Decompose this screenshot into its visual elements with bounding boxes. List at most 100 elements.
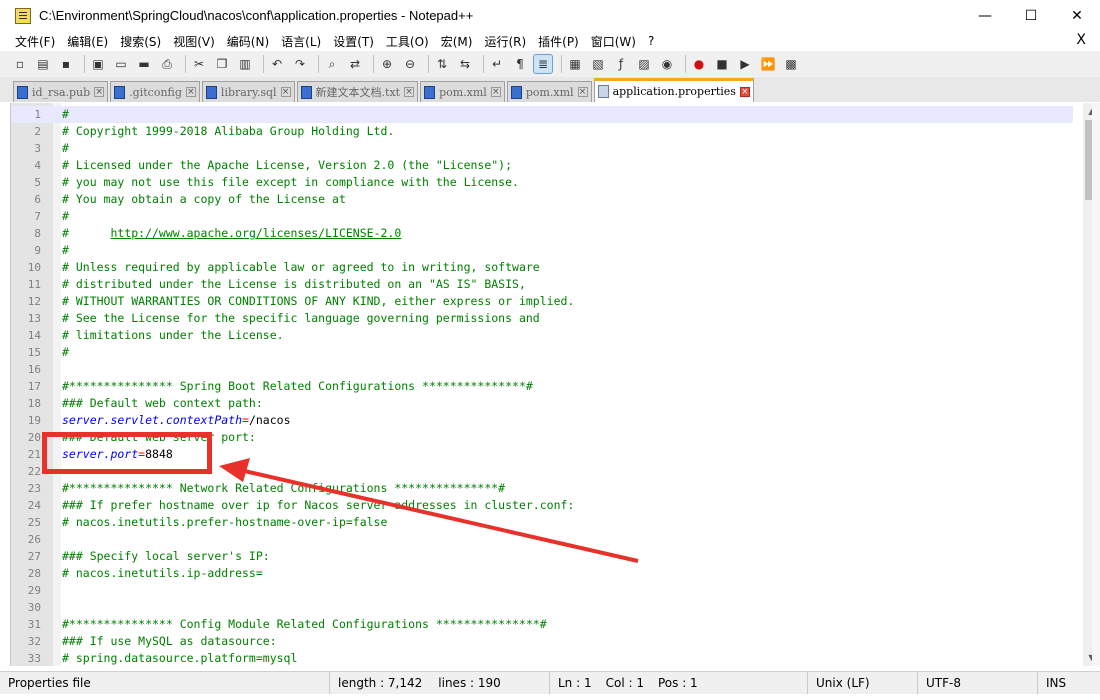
zoom-in-icon[interactable]: ⊕ [378,55,396,73]
code-line[interactable]: 31 #*************** Config Module Related… [11,616,1073,633]
tab-5[interactable]: pom.xml × [506,81,592,102]
code-line[interactable]: 18 ### Default web context path: [11,395,1073,412]
print-icon[interactable]: ⎙ [158,55,176,73]
zoom-out-icon[interactable]: ⊖ [401,55,419,73]
menu-tools[interactable]: 工具(O) [380,33,435,50]
code-line[interactable]: 32 ### If use MySQL as datasource: [11,633,1073,650]
cut-icon[interactable]: ✂ [190,55,208,73]
menu-encoding[interactable]: 编码(N) [221,33,275,50]
monitor-icon[interactable]: ◉ [658,55,676,73]
paste-icon[interactable]: ▥ [236,55,254,73]
code-line[interactable]: 9 # [11,242,1073,259]
code-token[interactable]: http://www.apache.org/licenses/LICENSE-2… [110,226,401,240]
code-line[interactable]: 12 # WITHOUT WARRANTIES OR CONDITIONS OF … [11,293,1073,310]
play-macro-icon[interactable]: ▶ [736,55,754,73]
code-line[interactable]: 27 ### Specify local server's IP: [11,548,1073,565]
udl-icon[interactable]: ▦ [566,55,584,73]
wrap-icon[interactable]: ↵ [488,55,506,73]
code-line[interactable]: 7 # [11,208,1073,225]
maximize-button[interactable]: ☐ [1008,0,1054,31]
code-token: #*************** Config Module Related C… [62,617,547,631]
menu-search[interactable]: 搜索(S) [114,33,167,50]
tab-1[interactable]: .gitconfig × [110,81,200,102]
function-list-icon[interactable]: ƒ [612,55,630,73]
tab-close-icon[interactable]: × [280,87,291,97]
code-line[interactable]: 30 [11,599,1073,616]
code-line[interactable]: 16 [11,361,1073,378]
code-line[interactable]: 15 # [11,344,1073,361]
folder-workspace-icon[interactable]: ▨ [635,55,653,73]
code-line[interactable]: 5 # you may not use this file except in c… [11,174,1073,191]
code-line[interactable]: 28 # nacos.inetutils.ip-address= [11,565,1073,582]
close-document-button[interactable]: X [1076,32,1086,48]
code-line[interactable]: 6 # You may obtain a copy of the License … [11,191,1073,208]
code-line[interactable]: 2 # Copyright 1999-2018 Alibaba Group Hol… [11,123,1073,140]
play-multi-icon[interactable]: ⏩ [759,55,777,73]
menu-settings[interactable]: 设置(T) [327,33,380,50]
open-icon[interactable]: ▤ [34,55,52,73]
code-line[interactable]: 1 # [11,106,1073,123]
save-all-icon[interactable]: ▣ [89,55,107,73]
sync-h-icon[interactable]: ⇆ [456,55,474,73]
redo-icon[interactable]: ↷ [291,55,309,73]
save-macro-icon[interactable]: ▩ [782,55,800,73]
code-line[interactable]: 8 # http://www.apache.org/licenses/LICENS… [11,225,1073,242]
tab-close-icon[interactable]: × [490,87,501,97]
close-all-icon[interactable]: ▬ [135,55,153,73]
new-icon[interactable]: ▫ [11,55,29,73]
tab-close-icon[interactable]: × [94,87,105,97]
menu-plugins[interactable]: 插件(P) [532,33,585,50]
code-line[interactable]: 17 #*************** Spring Boot Related C… [11,378,1073,395]
code-line[interactable]: 23 #*************** Network Related Confi… [11,480,1073,497]
menu-help[interactable]: ? [642,34,660,48]
tab-close-icon[interactable]: × [404,87,415,97]
code-line[interactable]: 4 # Licensed under the Apache License, Ve… [11,157,1073,174]
stop-macro-icon[interactable]: ■ [713,55,731,73]
tab-close-icon[interactable]: × [185,87,196,97]
line-content: # nacos.inetutils.ip-address= [62,565,263,582]
save-icon[interactable]: ▪ [57,55,75,73]
file-icon [114,85,126,99]
record-macro-icon[interactable]: ● [690,55,708,73]
menu-macro[interactable]: 宏(M) [435,33,479,50]
copy-icon[interactable]: ❐ [213,55,231,73]
close-icon[interactable]: ▭ [112,55,130,73]
code-line[interactable]: 26 [11,531,1073,548]
tab-0[interactable]: id_rsa.pub × [13,81,109,102]
menu-run[interactable]: 运行(R) [478,33,532,50]
close-button[interactable]: ✕ [1054,0,1100,31]
tab-close-icon[interactable]: × [739,86,750,97]
tab-4[interactable]: pom.xml × [420,81,505,102]
code-line[interactable]: 11 # distributed under the License is dis… [11,276,1073,293]
menu-view[interactable]: 视图(V) [167,33,221,50]
code-line[interactable]: 3 # [11,140,1073,157]
tab-3[interactable]: 新建文本文档.txt × [296,81,419,102]
line-number: 25 [27,516,41,529]
replace-icon[interactable]: ⇄ [346,55,364,73]
tab-bar: id_rsa.pub × .gitconfig × library.sql × 新建文本文档… [0,77,1100,102]
code-line[interactable]: 19 server.servlet.contextPath=/nacos [11,412,1073,429]
editor[interactable]: 1 #2 # Copyright 1999-2018 Alibaba Group H… [10,103,1093,666]
code-line[interactable]: 13 # See the License for the specific lan… [11,310,1073,327]
find-icon[interactable]: ⌕ [323,55,341,73]
menu-file[interactable]: 文件(F) [0,33,61,50]
menu-window[interactable]: 窗口(W) [585,33,642,50]
doc-map-icon[interactable]: ▧ [589,55,607,73]
minimize-button[interactable]: — [962,0,1008,31]
menu-language[interactable]: 语言(L) [275,33,327,50]
all-chars-icon[interactable]: ¶ [511,55,529,73]
tab-6[interactable]: application.properties × [593,78,754,102]
indent-guide-icon[interactable]: ≣ [533,54,553,74]
tab-2[interactable]: library.sql × [201,81,295,102]
code-line[interactable]: 14 # limitations under the License. [11,327,1073,344]
code-line[interactable]: 24 ### If prefer hostname over ip for Nac… [11,497,1073,514]
code-line[interactable]: 10 # Unless required by applicable law or… [11,259,1073,276]
sync-v-icon[interactable]: ⇅ [433,55,451,73]
tab-close-icon[interactable]: × [577,87,588,97]
code-line[interactable]: 25 # nacos.inetutils.prefer-hostname-over… [11,514,1073,531]
code-line[interactable]: 33 # spring.datasource.platform=mysql [11,650,1073,666]
line-number: 15 [27,346,41,359]
code-line[interactable]: 29 [11,582,1073,599]
undo-icon[interactable]: ↶ [268,55,286,73]
menu-edit[interactable]: 编辑(E) [61,33,114,50]
